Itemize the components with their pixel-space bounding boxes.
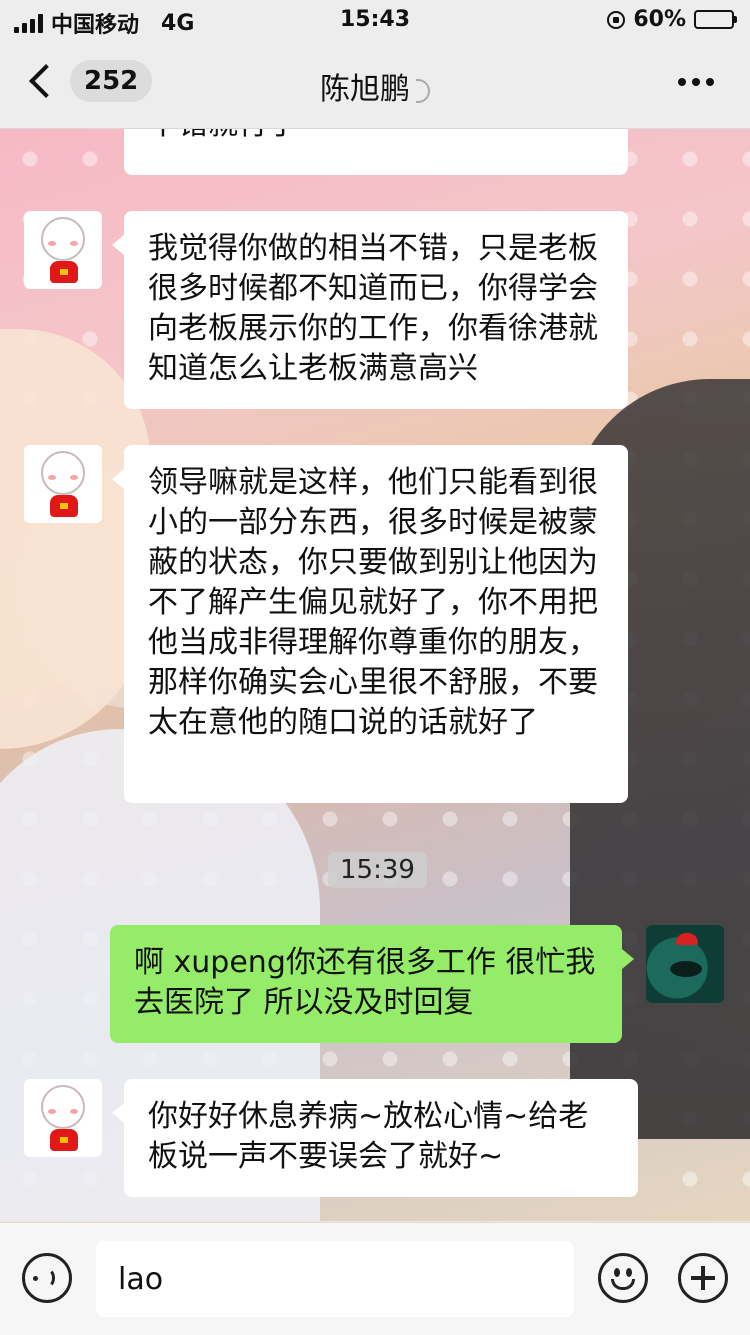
contact-avatar[interactable] [24, 211, 102, 289]
contact-avatar[interactable] [24, 445, 102, 523]
message-bubble[interactable]: 我觉得你做的相当不错，只是老板很多时候都不知道而已，你得学会向老板展示你的工作，… [112, 211, 628, 409]
message-input[interactable] [96, 1241, 574, 1317]
chat-area[interactable]: 不错就行了 我觉得你做的相当不错，只是老板很多时候都不知道而已，你得学会向老板展… [0, 129, 750, 1221]
battery-icon [694, 10, 737, 29]
avatar-belt [60, 1137, 68, 1143]
plus-icon [701, 1266, 705, 1290]
message-bubble[interactable]: 领导嘛就是这样，他们只能看到很小的一部分东西，很多时候是被蒙蔽的状态，你只要做到… [112, 445, 628, 803]
nav-bar: 252 陈旭鹏 [0, 40, 750, 129]
avatar-cheek [70, 475, 78, 480]
voice-input-button[interactable] [22, 1253, 72, 1303]
my-avatar[interactable] [646, 925, 724, 1003]
battery-percent: 60% [633, 7, 686, 32]
avatar-hat [676, 933, 698, 945]
avatar-cheek [70, 241, 78, 246]
my-message-bubble[interactable]: 啊 xupeng你还有很多工作 很忙我去医院了 所以没及时回复 [110, 925, 634, 1043]
more-options-button[interactable] [678, 78, 714, 86]
message-text: 不错就行了 [148, 129, 604, 145]
message-bubble[interactable]: 你好好休息养病~放松心情~给老板说一声不要误会了就好~ [112, 1079, 638, 1197]
avatar-cheek [48, 1109, 56, 1114]
message-text: 领导嘛就是这样，他们只能看到很小的一部分东西，很多时候是被蒙蔽的状态，你只要做到… [148, 465, 598, 740]
more-functions-button[interactable] [678, 1253, 728, 1303]
avatar-belt [60, 269, 68, 275]
avatar-snout [670, 961, 702, 977]
voice-icon [33, 1268, 55, 1288]
message-text: 啊 xupeng你还有很多工作 很忙我去医院了 所以没及时回复 [134, 945, 596, 1020]
avatar-cheek [70, 1109, 78, 1114]
dot-icon [678, 78, 686, 86]
avatar-head [41, 1085, 85, 1129]
avatar-head [41, 451, 85, 495]
message-bubble[interactable]: 不错就行了 [124, 129, 628, 175]
status-bar: 中国移动 4G 15:43 60% [0, 0, 750, 40]
message-text: 我觉得你做的相当不错，只是老板很多时候都不知道而已，你得学会向老板展示你的工作，… [148, 231, 598, 386]
input-bar [0, 1222, 750, 1335]
avatar-belt [60, 503, 68, 509]
dot-icon [706, 78, 714, 86]
smiley-icon [611, 1279, 635, 1290]
dot-icon [692, 78, 700, 86]
emoji-button[interactable] [598, 1253, 648, 1303]
emoji-eye [626, 1268, 632, 1277]
message-text: 你好好休息养病~放松心情~给老板说一声不要误会了就好~ [148, 1099, 589, 1174]
avatar-cheek [48, 241, 56, 246]
status-right: 60% [607, 7, 737, 32]
earpiece-mode-icon [416, 78, 430, 103]
avatar-head [41, 217, 85, 261]
orientation-lock-icon [607, 10, 626, 29]
contact-avatar[interactable] [24, 1079, 102, 1157]
chat-title[interactable]: 陈旭鹏 [0, 64, 750, 108]
emoji-eye [614, 1268, 620, 1277]
time-divider: 15:39 [328, 852, 427, 888]
avatar-cheek [48, 475, 56, 480]
chat-title-text: 陈旭鹏 [320, 72, 410, 107]
